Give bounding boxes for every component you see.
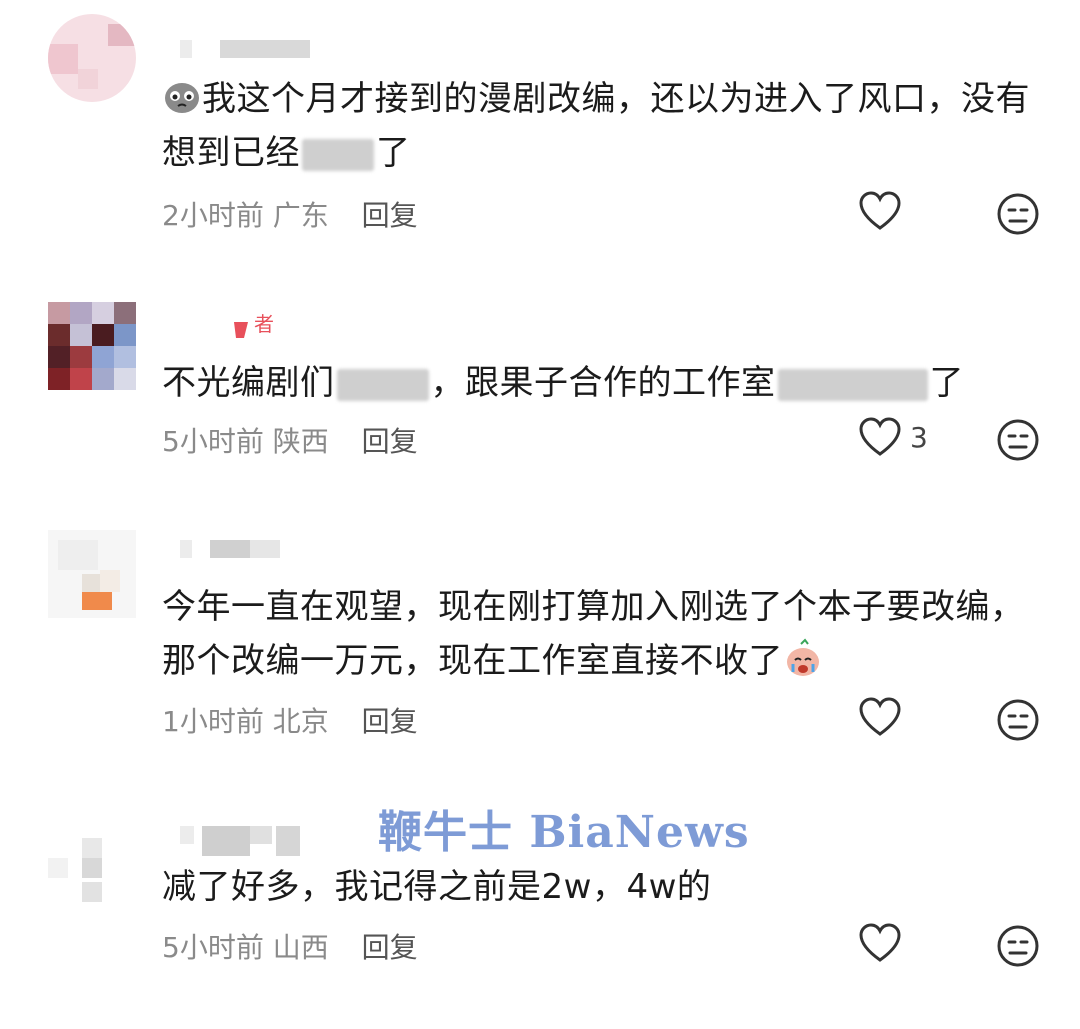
reply-button[interactable]: 回复 (362, 425, 418, 458)
redacted-text (777, 368, 928, 401)
comment-text: 我这个月才接到的漫剧改编，还以为进入了风口，没有想到已经了 (162, 72, 1042, 180)
neutral-face-icon[interactable] (996, 924, 1040, 968)
neutral-face-icon[interactable] (996, 192, 1040, 236)
redacted-text (336, 368, 429, 401)
heart-outline-icon[interactable] (858, 922, 902, 966)
like-count: 3 (910, 421, 928, 454)
comment-location: 广东 (272, 199, 329, 232)
comment-location: 陕西 (272, 425, 329, 458)
username-blurred[interactable] (180, 826, 300, 856)
crying-face-emoji (165, 83, 199, 113)
badge-label: 者 (254, 312, 274, 336)
neutral-face-icon[interactable] (996, 418, 1040, 462)
heart-outline-icon[interactable] (858, 190, 902, 234)
heart-outline-icon[interactable] (858, 696, 902, 740)
avatar[interactable] (48, 530, 136, 618)
badge-mark-icon (234, 322, 248, 338)
reply-button[interactable]: 回复 (362, 199, 418, 232)
comment-text-part: 了 (376, 133, 411, 173)
comment-time: 2小时前 (162, 199, 264, 232)
avatar[interactable] (48, 14, 136, 102)
comment-text-part: 不光编剧们 (162, 363, 335, 403)
comment-text-part: ，跟果子合作的工作室 (430, 363, 776, 403)
redacted-text (302, 138, 374, 171)
comment-text: 不光编剧们 ，跟果子合作的工作室 了 (162, 356, 1042, 410)
comment-meta: 1小时前 北京 回复 (162, 700, 418, 740)
neutral-face-icon[interactable] (996, 698, 1040, 742)
comment-text-part: 我这个月才接到的漫剧改编，还以为进入了风口，没有想到已经 (162, 79, 1030, 173)
comment-location: 北京 (272, 705, 329, 738)
comment-text-part: 今年一直在观望，现在刚打算加入刚选了个本子要改编，那个改编一万元，现在工作室直接… (162, 587, 1025, 681)
reply-button[interactable]: 回复 (362, 931, 418, 964)
comment-time: 1小时前 (162, 705, 264, 738)
comment-text-part: 了 (929, 363, 964, 403)
comment-text-part: 减了好多，我记得之前是2w，4w的 (162, 867, 712, 907)
reply-button[interactable]: 回复 (362, 705, 418, 738)
username-blurred[interactable] (180, 40, 310, 58)
sobbing-face-emoji (787, 638, 819, 676)
comment-text: 今年一直在观望，现在刚打算加入刚选了个本子要改编，那个改编一万元，现在工作室直接… (162, 580, 1042, 688)
watermark: 鞭牛士 BiaNews (378, 807, 750, 858)
avatar[interactable] (48, 818, 136, 906)
comment-time: 5小时前 (162, 425, 264, 458)
avatar[interactable] (48, 302, 136, 390)
comment-time: 5小时前 (162, 931, 264, 964)
author-badge: 者 (232, 308, 300, 342)
comment-location: 山西 (272, 931, 329, 964)
comment-meta: 5小时前 陕西 回复 (162, 420, 418, 460)
comment-meta: 5小时前 山西 回复 (162, 926, 418, 966)
comment-meta: 2小时前 广东 回复 (162, 194, 418, 234)
heart-outline-icon[interactable] (858, 416, 902, 460)
comment-text: 减了好多，我记得之前是2w，4w的 (162, 860, 1042, 914)
username-blurred[interactable] (180, 540, 280, 558)
